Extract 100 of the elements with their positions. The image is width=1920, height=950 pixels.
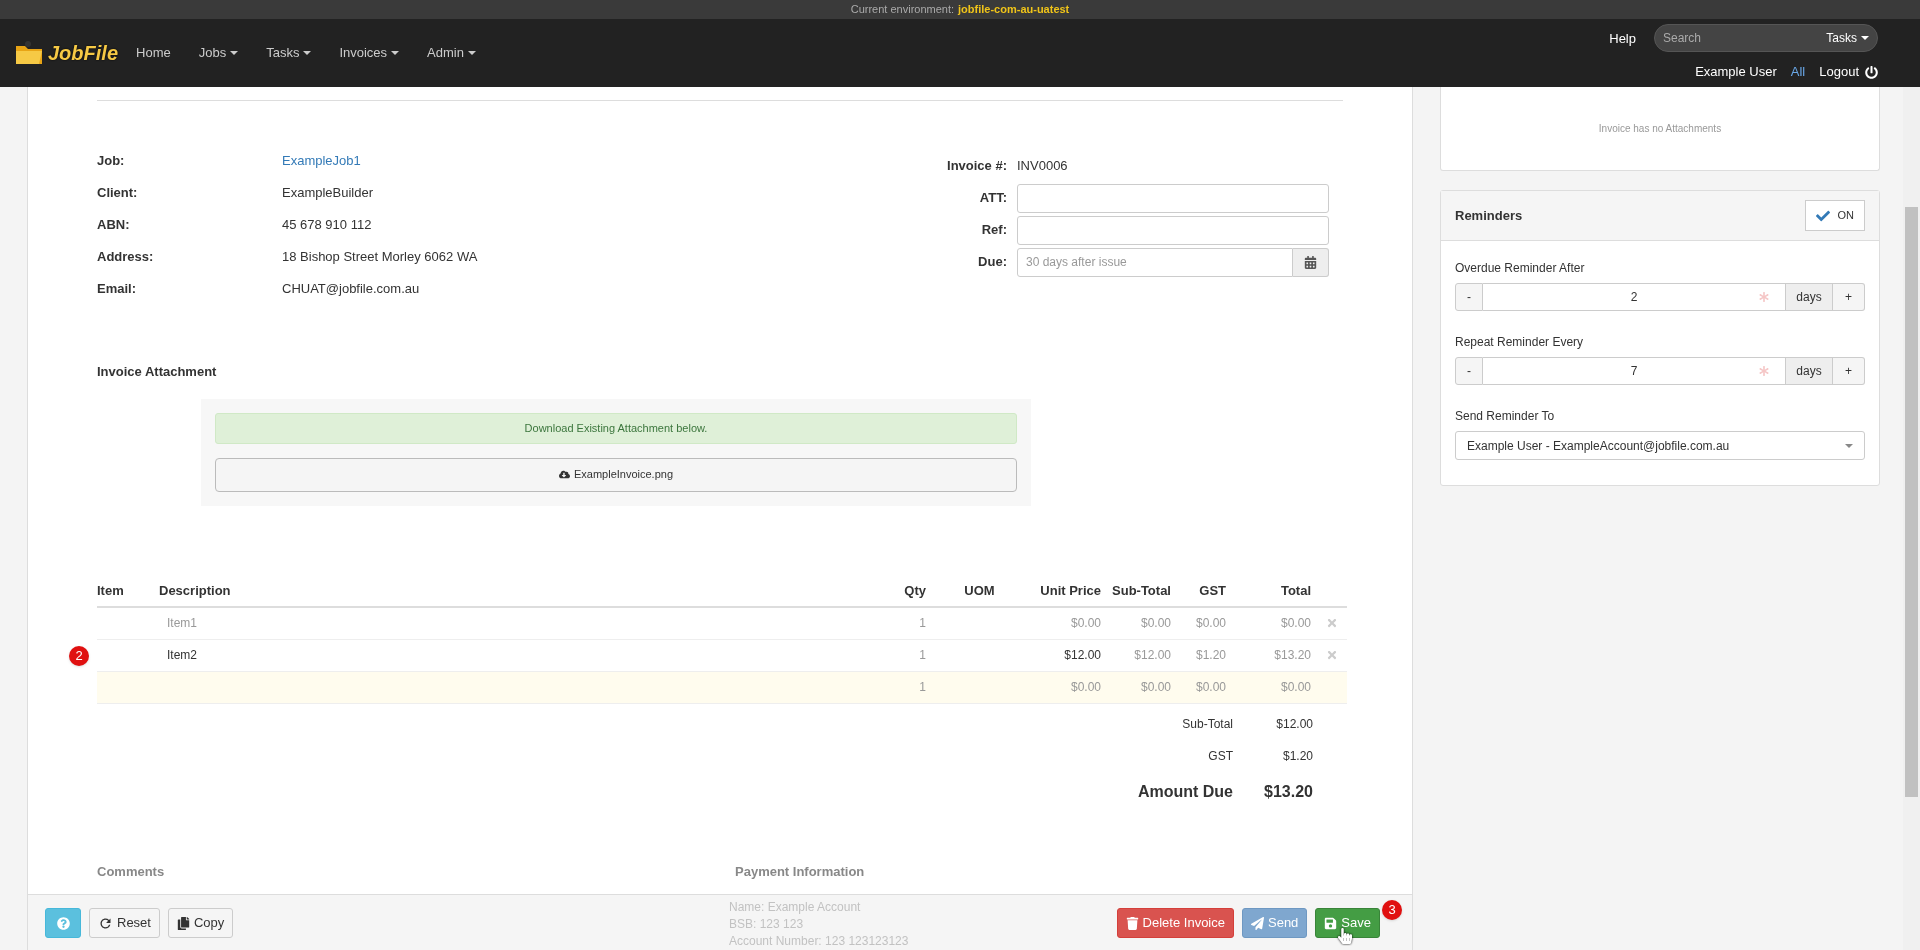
total-label: Amount Due: [1137, 781, 1233, 802]
search-scope-dropdown[interactable]: Tasks: [1826, 29, 1869, 48]
caret-icon: [391, 51, 400, 55]
unit-price-cell-text: $0.00: [1069, 615, 1102, 632]
required-icon: [1759, 366, 1769, 376]
nav-menu-item[interactable]: Invoices: [339, 43, 400, 63]
qty-cell-text: 1: [918, 615, 927, 632]
column-header: Sub-Total: [1111, 581, 1172, 600]
recipient-select[interactable]: Example User - ExampleAccount@jobfile.com.au: [1455, 431, 1865, 460]
help-button[interactable]: [45, 908, 81, 938]
caret-icon: [1861, 36, 1869, 41]
sub-total-cell-text: $0.00: [1139, 679, 1172, 696]
all-link[interactable]: All: [1790, 62, 1806, 82]
caret-icon: [467, 51, 476, 55]
gst-cell-text: $1.20: [1194, 647, 1227, 664]
invoice-field-label: Invoice #:: [946, 157, 1007, 176]
environment-name: jobfile-com-au-uatest: [958, 2, 1070, 18]
paper-plane-icon: [1251, 916, 1264, 930]
remove-row-icon[interactable]: [1326, 617, 1338, 629]
info-notice: Download Existing Attachment below.: [215, 412, 1017, 444]
total-value: $13.20: [1263, 781, 1313, 802]
text-input-field[interactable]: [1017, 183, 1329, 213]
column-header: Description: [159, 581, 232, 600]
calendar-icon: [1304, 255, 1317, 269]
column-header: Qty: [903, 581, 927, 600]
detail-value: ExampleBuilder: [282, 183, 374, 202]
recipient-label: Send Reminder To: [1455, 408, 1556, 425]
user-name-link[interactable]: Example User: [1695, 62, 1777, 82]
qty-cell-text: 1: [918, 679, 927, 696]
remove-row-icon[interactable]: [1326, 649, 1338, 661]
comments-title: Comments: [97, 862, 166, 881]
section-title: Invoice Attachment: [97, 363, 218, 381]
decrement-button[interactable]: -: [1455, 283, 1483, 311]
attachment-download-button[interactable]: ExampleInvoice.png: [215, 457, 1017, 492]
caret-icon: [230, 51, 239, 55]
scrollbar-thumb[interactable]: [1905, 207, 1918, 797]
total-cell-text: $0.00: [1279, 615, 1312, 632]
gst-cell-text: $0.00: [1194, 679, 1227, 696]
detail-label: Job:: [97, 151, 126, 170]
text-input-field[interactable]: [1017, 215, 1329, 245]
copy-button[interactable]: Copy: [167, 908, 234, 938]
help-link[interactable]: Help: [1609, 28, 1636, 48]
column-header: Total: [1279, 581, 1312, 600]
number-field[interactable]: 2: [1483, 283, 1785, 311]
total-value: $1.20: [1281, 747, 1313, 765]
total-label: GST: [1208, 747, 1233, 765]
logout-link[interactable]: Logout: [1819, 62, 1878, 82]
save-icon: [1324, 916, 1338, 930]
nav-menu-item[interactable]: Admin: [427, 43, 476, 63]
caret-icon: [303, 51, 312, 55]
due-date-field[interactable]: 30 days after issue: [1017, 247, 1293, 277]
invoice-field-label: Due:: [977, 253, 1007, 272]
total-cell-text: $0.00: [1279, 679, 1312, 696]
total-label: Sub-Total: [1182, 715, 1233, 733]
unit-label: days: [1785, 357, 1833, 385]
reminders-toggle[interactable]: ON: [1804, 200, 1865, 231]
detail-label: Address:: [97, 247, 155, 266]
number-field[interactable]: 7: [1483, 357, 1785, 385]
stepper-label: Repeat Reminder Every: [1455, 334, 1585, 351]
description-cell-text: Item1: [166, 615, 198, 632]
invoice-number: INV0006: [1017, 157, 1068, 176]
job-link[interactable]: ExampleJob1: [282, 150, 361, 171]
empty-attachments-message: Invoice has no Attachments: [1598, 122, 1722, 136]
trash-icon: [1125, 916, 1139, 930]
nav-menu-item[interactable]: Tasks: [266, 43, 312, 63]
invoice-field-label: ATT:: [978, 189, 1007, 208]
step-marker: 3: [1382, 900, 1402, 920]
increment-button[interactable]: +: [1833, 357, 1865, 385]
pointer-cursor-icon: [1337, 928, 1354, 944]
detail-label: Email:: [97, 279, 137, 298]
search-field[interactable]: Search Tasks: [1654, 24, 1878, 53]
sub-total-cell-text: $12.00: [1133, 647, 1172, 664]
description-cell-text: Item2: [166, 647, 198, 664]
column-header: GST: [1198, 581, 1227, 600]
calendar-button[interactable]: [1293, 247, 1329, 277]
column-header: UOM: [963, 581, 996, 600]
required-icon: [1759, 292, 1769, 302]
invoice-field-label: Ref:: [980, 221, 1007, 240]
total-value: $12.00: [1275, 715, 1313, 733]
nav-menu-item[interactable]: Jobs: [198, 43, 239, 63]
reset-button[interactable]: Reset: [89, 908, 160, 938]
stepper-label: Overdue Reminder After: [1455, 260, 1586, 277]
power-icon: [1865, 65, 1878, 79]
check-icon: [1815, 208, 1830, 223]
unit-price-cell-text: $0.00: [1069, 679, 1102, 696]
logo-text: JobFile: [48, 41, 118, 66]
decrement-button[interactable]: -: [1455, 357, 1483, 385]
caret-icon: [1845, 444, 1853, 449]
detail-label: ABN:: [97, 215, 131, 234]
nav-menu-item[interactable]: Home: [136, 43, 171, 63]
column-header: Item: [97, 581, 125, 600]
unit-label: days: [1785, 283, 1833, 311]
increment-button[interactable]: +: [1833, 283, 1865, 311]
cloud-download-icon: [558, 469, 570, 480]
copy-icon: [176, 916, 190, 930]
total-cell-text: $13.20: [1273, 647, 1312, 664]
environment-label: Current environment:: [850, 2, 955, 18]
gst-cell-text: $0.00: [1194, 615, 1227, 632]
qty-cell-text: 1: [918, 647, 927, 664]
delete-invoice-button[interactable]: Delete Invoice: [1116, 908, 1234, 938]
